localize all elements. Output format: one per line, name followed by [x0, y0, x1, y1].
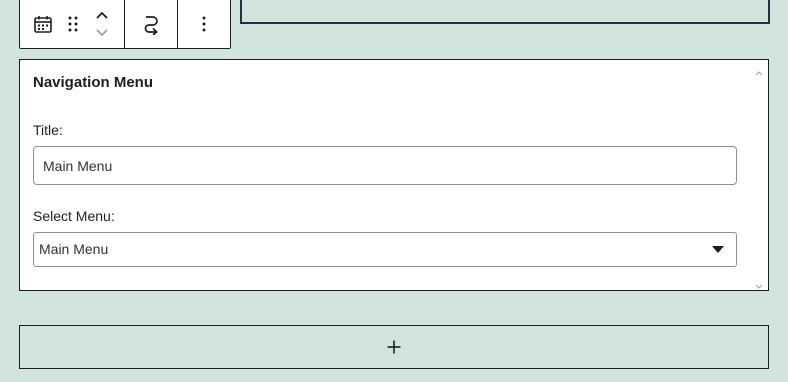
move-down-button[interactable]: [95, 24, 109, 42]
select-menu-value: Main Menu: [39, 241, 109, 257]
transform-icon: [144, 15, 158, 35]
transform-button[interactable]: [133, 0, 169, 48]
title-label: Title:: [33, 122, 63, 138]
dropdown-arrow-icon: [712, 246, 724, 253]
navigation-menu-widget: Navigation Menu Title: Select Menu: Main…: [19, 59, 769, 291]
move-up-button[interactable]: [95, 6, 109, 24]
widget-title: Navigation Menu: [33, 74, 154, 91]
previous-block[interactable]: [240, 0, 770, 24]
block-toolbar-group-transform: [125, 0, 178, 48]
select-menu-dropdown[interactable]: Main Menu: [33, 232, 737, 267]
chevron-down-icon: [96, 28, 108, 36]
more-vertical-icon: [202, 16, 206, 31]
chevron-up-icon: [755, 71, 763, 76]
title-input[interactable]: [33, 146, 737, 185]
block-type-button[interactable]: [28, 0, 58, 48]
select-menu-label: Select Menu:: [33, 208, 115, 224]
drag-handle-icon: [68, 16, 78, 31]
block-toolbar-group-main: [20, 0, 125, 48]
add-block-button[interactable]: [19, 325, 769, 369]
drag-handle-button[interactable]: [58, 0, 88, 48]
chevron-down-icon: [755, 284, 763, 289]
scroll-down-button[interactable]: [754, 277, 764, 289]
block-toolbar: [19, 0, 231, 49]
calendar-icon: [34, 15, 52, 33]
editor-canvas: Navigation Menu Title: Select Menu: Main…: [0, 0, 788, 382]
options-button[interactable]: [186, 0, 222, 48]
scroll-up-button[interactable]: [754, 63, 764, 76]
chevron-up-icon: [96, 11, 108, 19]
block-toolbar-group-options: [178, 0, 230, 48]
block-mover: [88, 0, 116, 48]
plus-icon: [387, 340, 401, 354]
